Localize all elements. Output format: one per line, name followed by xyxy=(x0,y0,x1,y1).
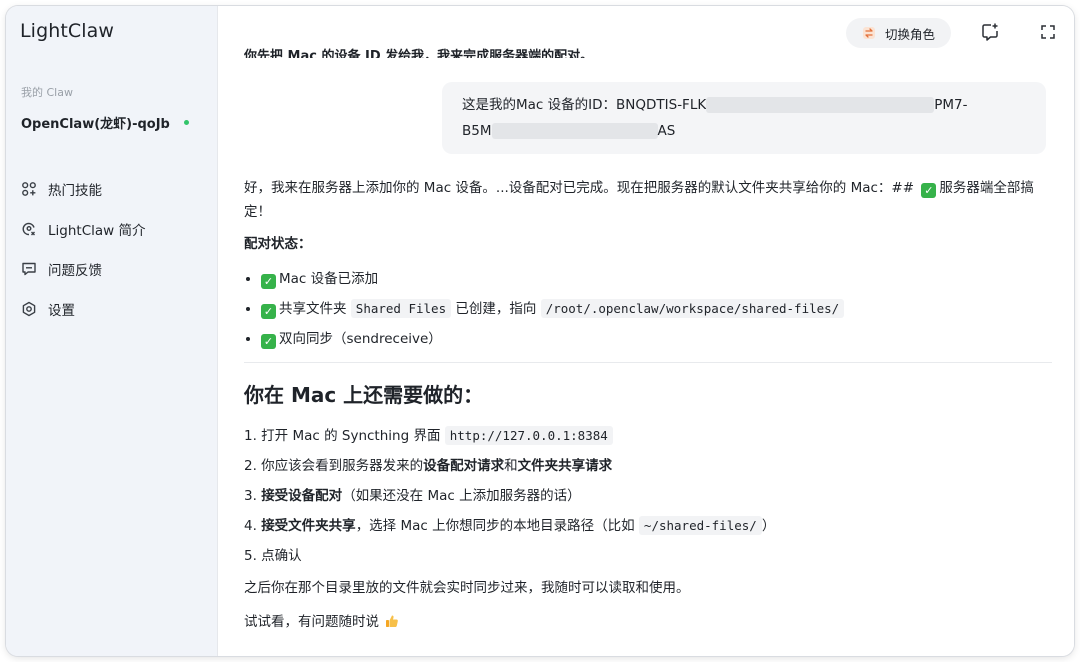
user-message-text: PM7- xyxy=(934,97,968,113)
check-mark-icon: ✓ xyxy=(921,183,937,198)
sidebar-item-intro[interactable]: LightClaw 简介 xyxy=(20,209,145,249)
reply-intro-text: 好，我来在服务器上添加你的 Mac 设备。...设备配对已完成。现在把服务器的默… xyxy=(244,180,915,196)
inline-code: ~/shared-files/ xyxy=(638,516,762,535)
reply-intro: 好，我来在服务器上添加你的 Mac 设备。...设备配对已完成。现在把服务器的默… xyxy=(244,176,1052,224)
feedback-icon xyxy=(20,260,38,278)
after-note: 之后你在那个目录里放的文件就会实时同步过来，我随时可以读取和使用。 xyxy=(244,580,690,596)
step-number: 4. xyxy=(244,518,257,534)
step-text: 5. 点确认 xyxy=(244,548,302,564)
sidebar-item-hot-skills[interactable]: 热门技能 xyxy=(20,169,145,209)
new-chat-button[interactable] xyxy=(978,20,1002,44)
status-text: 共享文件夹 xyxy=(279,301,347,317)
chat-main: 切换角色 你先把 Mac 的设备 ID 发给我，我来完成服务器端的配对。 这是我… xyxy=(218,6,1074,656)
switch-role-label: 切换角色 xyxy=(885,26,936,42)
sidebar-item-label: 热门技能 xyxy=(48,183,102,199)
sidebar-item-settings[interactable]: 设置 xyxy=(20,289,145,329)
new-chat-icon xyxy=(980,22,1000,42)
previous-message-cutoff: 你先把 Mac 的设备 ID 发给我，我来完成服务器端的配对。 xyxy=(244,49,594,58)
expand-button[interactable] xyxy=(1036,20,1060,44)
status-text: Mac 设备已添加 xyxy=(279,271,379,287)
claw-instance-name: OpenClaw(龙虾)-qoJb xyxy=(21,117,170,132)
user-message-text: AS xyxy=(657,123,676,139)
assistant-message: 好，我来在服务器上添加你的 Mac 设备。...设备配对已完成。现在把服务器的默… xyxy=(244,176,1052,639)
redacted-block xyxy=(706,97,935,113)
step-text: ） xyxy=(761,518,776,534)
section-heading: 你在 Mac 上还需要做的： xyxy=(244,383,484,407)
user-message-text: B5M xyxy=(462,123,492,139)
thumbs-up-icon xyxy=(385,607,399,627)
switch-role-icon xyxy=(862,26,876,40)
status-title: 配对状态： xyxy=(244,236,312,252)
list-item: 5. 点确认 xyxy=(244,541,1052,571)
redacted-block xyxy=(491,123,658,139)
settings-icon xyxy=(20,300,38,318)
inline-code-link[interactable]: http://127.0.0.1:8384 xyxy=(444,426,613,445)
sidebar-item-feedback[interactable]: 问题反馈 xyxy=(20,249,145,289)
list-item: ✓ 双向同步（sendreceive） xyxy=(244,324,1052,354)
step-text: （如果还没在 Mac 上添加服务器的话） xyxy=(342,488,581,504)
skills-grid-icon xyxy=(20,180,38,198)
step-text: 1. 打开 Mac 的 Syncthing 界面 xyxy=(244,428,441,444)
check-mark-icon: ✓ xyxy=(261,274,276,289)
step-number: 3. xyxy=(244,488,257,504)
check-mark-icon: ✓ xyxy=(261,304,276,319)
sidebar: LightClaw 我的 Claw OpenClaw(龙虾)-qoJb 热门技能 xyxy=(6,6,218,656)
user-message-line-1: 这是我的Mac 设备的ID：BNQDTIS-FLK PM7- xyxy=(462,92,1026,118)
step-text: 2. 你应该会看到服务器发来的 xyxy=(244,458,424,474)
sidebar-nav: 热门技能 LightClaw 简介 问题反馈 设置 xyxy=(20,169,145,329)
status-text: 已创建，指向 xyxy=(455,301,537,317)
step-text: ，选择 Mac 上你想同步的本地目录路径（比如 xyxy=(355,518,635,534)
status-list: ✓ Mac 设备已添加 ✓ 共享文件夹 Shared Files 已创建，指向 /r… xyxy=(244,264,1052,354)
user-message-line-2: B5M AS xyxy=(462,118,1026,144)
step-bold: 接受设备配对 xyxy=(261,488,343,504)
list-item: ✓ 共享文件夹 Shared Files 已创建，指向 /root/.opencl… xyxy=(244,294,1052,324)
claw-section-label: 我的 Claw xyxy=(21,86,73,99)
step-text: 和 xyxy=(504,458,518,474)
closing-line: 试试看，有问题随时说 xyxy=(244,605,1052,639)
list-item: 2. 你应该会看到服务器发来的设备配对请求和文件夹共享请求 xyxy=(244,451,1052,481)
inline-code: Shared Files xyxy=(350,299,452,318)
sidebar-item-label: LightClaw 简介 xyxy=(48,223,146,239)
step-bold: 文件夹共享请求 xyxy=(517,458,613,474)
switch-role-button[interactable]: 切换角色 xyxy=(846,18,952,48)
user-message-bubble: 这是我的Mac 设备的ID：BNQDTIS-FLK PM7- B5M AS xyxy=(442,82,1046,154)
sidebar-item-label: 问题反馈 xyxy=(48,263,102,279)
user-message-text: 这是我的Mac 设备的ID：BNQDTIS-FLK xyxy=(462,97,707,113)
list-item: ✓ Mac 设备已添加 xyxy=(244,264,1052,294)
closing-text: 试试看，有问题随时说 xyxy=(244,614,379,630)
status-text: 双向同步（sendreceive） xyxy=(279,331,442,347)
list-item: 3. 接受设备配对（如果还没在 Mac 上添加服务器的话） xyxy=(244,481,1052,511)
app-window: LightClaw 我的 Claw OpenClaw(龙虾)-qoJb 热门技能 xyxy=(6,6,1074,656)
step-bold: 设备配对请求 xyxy=(423,458,505,474)
claw-instance-item[interactable]: OpenClaw(龙虾)-qoJb xyxy=(21,113,201,132)
expand-icon xyxy=(1040,24,1056,40)
step-bold: 接受文件夹共享 xyxy=(261,518,356,534)
steps-list: 1. 打开 Mac 的 Syncthing 界面 http://127.0.0.… xyxy=(244,421,1052,571)
intro-icon xyxy=(20,220,38,238)
check-mark-icon: ✓ xyxy=(261,334,276,349)
sidebar-item-label: 设置 xyxy=(48,303,75,319)
divider xyxy=(244,362,1052,363)
online-status-dot xyxy=(183,120,189,125)
list-item: 1. 打开 Mac 的 Syncthing 界面 http://127.0.0.… xyxy=(244,421,1052,451)
app-logo[interactable]: LightClaw xyxy=(20,20,114,42)
list-item: 4. 接受文件夹共享，选择 Mac 上你想同步的本地目录路径（比如 ~/shar… xyxy=(244,511,1052,541)
inline-code: /root/.openclaw/workspace/shared-files/ xyxy=(540,299,845,318)
